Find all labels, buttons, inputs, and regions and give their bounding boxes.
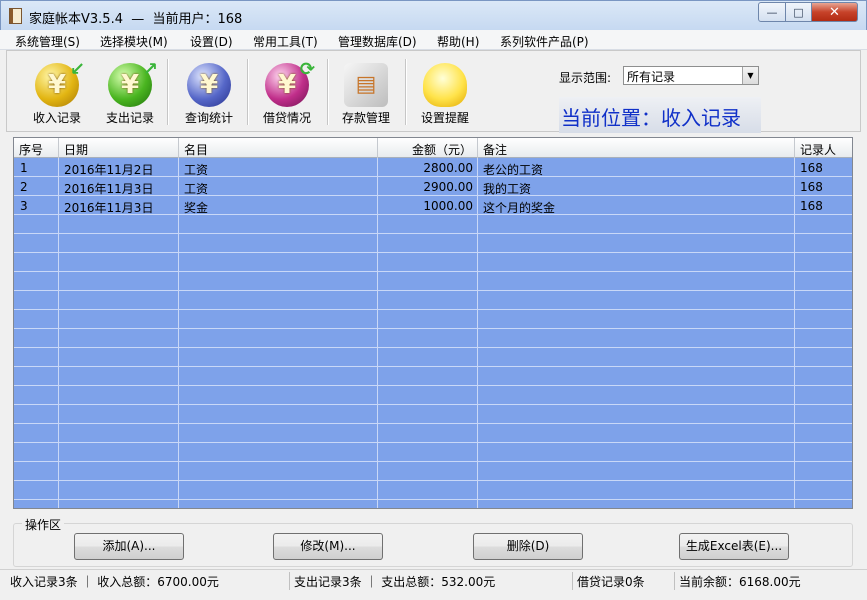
income-summary: 收入记录3条 ｜ 收入总额：6700.00元 [6,572,290,590]
menu-help[interactable]: 帮助(H) [437,33,479,50]
empty-table-row[interactable] [14,215,852,234]
toolbar-separator [327,59,329,125]
cell-category: 工资 [184,163,209,177]
cell-category: 工资 [184,182,209,196]
expense-summary: 支出记录3条 ｜ 支出总额：532.00元 [290,572,573,590]
empty-table-row[interactable] [14,443,852,462]
empty-table-row[interactable] [14,329,852,348]
column-header[interactable]: 名目 [179,138,378,158]
income-records-button[interactable]: ¥ ↙ 收入记录 [25,57,89,129]
cell-recorder: 168 [800,161,823,175]
table-row[interactable]: 2 2016年11月3日 工资 2900.00 我的工资 168 [14,177,852,196]
menu-tools[interactable]: 常用工具(T) [253,33,318,50]
cell-recorder: 168 [800,199,823,213]
current-location: 当前位置：收入记录 [559,97,761,133]
income-yen-icon: ¥ ↙ [35,59,85,107]
table-body: 1 2016年11月2日 工资 2800.00 老公的工资 168 2 2016… [14,158,852,508]
tool-label: 设置提醒 [420,111,469,125]
empty-table-row[interactable] [14,405,852,424]
operations-group: 操作区 添加(A)... 修改(M)... 删除(D) 生成Excel表(E).… [13,516,853,567]
add-button[interactable]: 添加(A)... [74,533,184,560]
column-header[interactable]: 记录人 [795,138,852,158]
expense-records-button[interactable]: ¥ ↗ 支出记录 [98,57,162,129]
empty-table-row[interactable] [14,253,852,272]
empty-table-row[interactable] [14,386,852,405]
loan-summary: 借贷记录0条 [573,572,675,590]
empty-table-row[interactable] [14,367,852,386]
cell-date: 2016年11月3日 [64,182,154,196]
close-button[interactable]: ✕ [811,2,858,22]
menu-bar: 系统管理(S) 选择模块(M) 设置(D) 常用工具(T) 管理数据库(D) 帮… [0,30,867,50]
menu-select-module[interactable]: 选择模块(M) [100,33,168,50]
export-excel-button[interactable]: 生成Excel表(E)... [679,533,789,560]
empty-table-row[interactable] [14,500,852,508]
records-table[interactable]: 序号 日期 名目 金额（元） 备注 记录人 1 2016年11月2日 工资 28… [13,137,853,509]
empty-table-row[interactable] [14,234,852,253]
cell-recorder: 168 [800,180,823,194]
display-range-label: 显示范围: [559,71,612,85]
toolbar-separator [405,59,407,125]
cell-amount: 2800.00 [423,161,473,175]
menu-database[interactable]: 管理数据库(D) [338,33,417,50]
column-header[interactable]: 备注 [478,138,795,158]
empty-table-row[interactable] [14,291,852,310]
table-row[interactable]: 3 2016年11月3日 奖金 1000.00 这个月的奖金 168 [14,196,852,215]
empty-table-row[interactable] [14,424,852,443]
empty-table-row[interactable] [14,481,852,500]
cell-note: 这个月的奖金 [483,201,556,215]
minimize-button[interactable]: — [758,2,786,22]
loan-yen-icon: ¥ ⟳ [265,59,315,107]
query-stats-icon: ¥ [187,63,231,107]
display-range-value: 所有记录 [627,70,676,84]
toolbar: ¥ ↙ 收入记录 ¥ ↗ 支出记录 ¥ 查询统计 ¥ ⟳ 借贷情况 ▤ 存款管理 设置… [6,50,861,133]
chevron-down-icon[interactable]: ▼ [742,67,758,84]
deposit-management-button[interactable]: ▤ 存款管理 [334,57,398,129]
balance-summary: 当前余额：6168.00元 [679,575,801,589]
query-stats-button[interactable]: ¥ 查询统计 [177,57,241,129]
menu-settings[interactable]: 设置(D) [190,33,233,50]
edit-button[interactable]: 修改(M)... [273,533,383,560]
column-header[interactable]: 日期 [59,138,179,158]
title-bar: 家庭帐本V3.5.4 — 当前用户：168 — □ ✕ [0,0,867,30]
maximize-button[interactable]: □ [785,2,812,22]
menu-system[interactable]: 系统管理(S) [15,33,80,50]
cell-note: 我的工资 [483,182,532,196]
cell-note: 老公的工资 [483,163,544,177]
tool-label: 查询统计 [184,111,233,125]
cell-amount: 2900.00 [423,180,473,194]
toolbar-separator [167,59,169,125]
cell-date: 2016年11月2日 [64,163,154,177]
table-row[interactable]: 1 2016年11月2日 工资 2800.00 老公的工资 168 [14,158,852,177]
display-range-select[interactable]: 所有记录 ▼ [623,66,759,85]
set-reminder-button[interactable]: 设置提醒 [413,57,477,129]
bank-card-icon: ▤ [344,63,388,107]
tool-label: 收入记录 [32,111,81,125]
expense-yen-icon: ¥ ↗ [108,59,158,107]
status-bar: 收入记录3条 ｜ 收入总额：6700.00元 支出记录3条 ｜ 支出总额：532… [0,569,867,600]
cell-index: 2 [20,180,28,194]
window-title: 家庭帐本V3.5.4 — 当前用户：168 [29,12,243,27]
empty-table-row[interactable] [14,462,852,481]
tool-label: 存款管理 [341,111,390,125]
tool-label: 借贷情况 [262,111,311,125]
table-header: 序号 日期 名目 金额（元） 备注 记录人 [14,138,852,158]
cell-index: 1 [20,161,28,175]
menu-products[interactable]: 系列软件产品(P) [500,33,589,50]
operations-title: 操作区 [22,516,65,533]
tool-label: 支出记录 [105,111,154,125]
cell-category: 奖金 [184,201,209,215]
lightbulb-icon [423,63,467,107]
empty-table-row[interactable] [14,348,852,367]
empty-table-row[interactable] [14,310,852,329]
app-notebook-icon [9,8,22,24]
delete-button[interactable]: 删除(D) [473,533,583,560]
cell-amount: 1000.00 [423,199,473,213]
column-header[interactable]: 金额（元） [378,138,478,158]
loan-status-button[interactable]: ¥ ⟳ 借贷情况 [255,57,319,129]
cell-index: 3 [20,199,28,213]
column-header[interactable]: 序号 [14,138,59,158]
toolbar-separator [247,59,249,125]
cell-date: 2016年11月3日 [64,201,154,215]
empty-table-row[interactable] [14,272,852,291]
